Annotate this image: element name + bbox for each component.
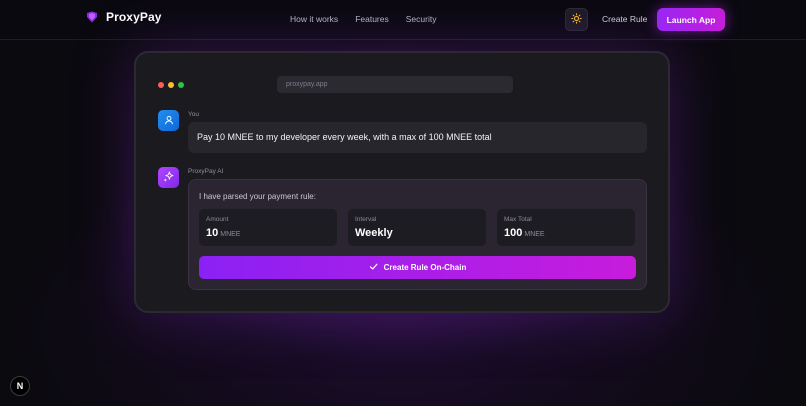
stat-max-total: Max Total 100 MNEE bbox=[497, 209, 635, 246]
sun-icon bbox=[571, 12, 582, 27]
stat-label: Max Total bbox=[504, 216, 532, 223]
stat-unit: MNEE bbox=[220, 231, 241, 238]
address-bar: proxypay.app bbox=[277, 76, 513, 93]
nav-links: How it works Features Security bbox=[290, 14, 436, 24]
sparkles-icon bbox=[163, 169, 174, 187]
stat-value: 100 MNEE bbox=[504, 227, 545, 239]
stat-label: Amount bbox=[206, 216, 229, 223]
framework-badge[interactable]: N bbox=[10, 376, 30, 396]
top-nav: ProxyPay How it works Features Security … bbox=[0, 0, 806, 40]
ai-speaker-label: ProxyPay AI bbox=[188, 168, 224, 175]
launch-app-button[interactable]: Launch App bbox=[657, 8, 725, 31]
stat-unit: MNEE bbox=[524, 231, 545, 238]
nav-link-security[interactable]: Security bbox=[406, 14, 437, 24]
window-controls bbox=[158, 82, 184, 88]
user-avatar bbox=[158, 110, 179, 131]
brand-name: ProxyPay bbox=[106, 10, 162, 24]
stat-amount: Amount 10 MNEE bbox=[199, 209, 337, 246]
app-preview-window: proxypay.app You Pay 10 MNEE to my devel… bbox=[134, 51, 670, 313]
stat-value: 10 MNEE bbox=[206, 227, 241, 239]
nav-link-how-it-works[interactable]: How it works bbox=[290, 14, 338, 24]
create-rule-on-chain-button[interactable]: Create Rule On-Chain bbox=[199, 256, 636, 279]
minimize-dot bbox=[168, 82, 174, 88]
create-rule-link[interactable]: Create Rule bbox=[602, 14, 647, 24]
ai-intro-text: I have parsed your payment rule: bbox=[199, 192, 316, 201]
nav-link-features[interactable]: Features bbox=[355, 14, 389, 24]
stat-interval: Interval Weekly bbox=[348, 209, 486, 246]
stat-label: Interval bbox=[355, 216, 377, 223]
logo-icon bbox=[86, 11, 98, 23]
check-icon bbox=[369, 262, 378, 273]
close-dot bbox=[158, 82, 164, 88]
stat-value: Weekly bbox=[355, 227, 393, 239]
user-icon bbox=[164, 112, 174, 130]
user-message: Pay 10 MNEE to my developer every week, … bbox=[188, 122, 647, 153]
create-rule-on-chain-label: Create Rule On-Chain bbox=[383, 263, 467, 272]
ai-response-card: I have parsed your payment rule: Amount … bbox=[188, 179, 647, 290]
brand-logo[interactable]: ProxyPay bbox=[86, 10, 162, 24]
maximize-dot bbox=[178, 82, 184, 88]
user-speaker-label: You bbox=[188, 111, 199, 118]
ai-avatar bbox=[158, 167, 179, 188]
theme-toggle-button[interactable] bbox=[565, 8, 588, 31]
